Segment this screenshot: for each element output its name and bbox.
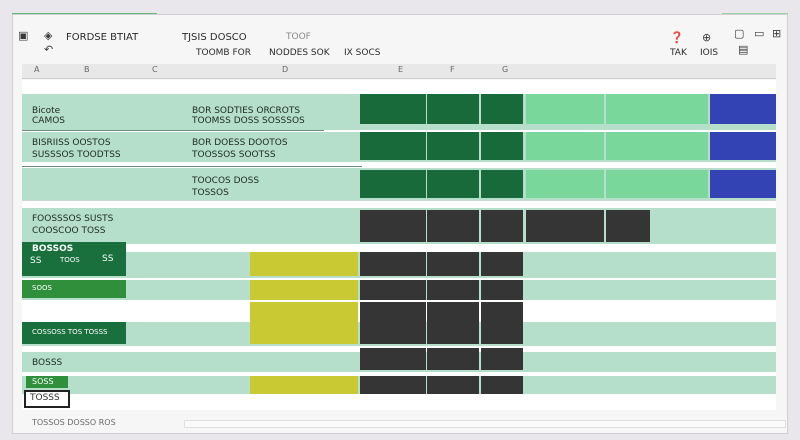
cell-r5-num2: SS <box>102 254 114 264</box>
save-icon[interactable]: ◈ <box>44 30 52 41</box>
cell-r7-e[interactable] <box>360 302 426 344</box>
cell-r1-left[interactable]: Bicote <box>32 106 60 116</box>
cell-r9-label: SOSS <box>32 377 54 386</box>
status-bar: TOSSOS DOSSO ROS <box>14 412 786 434</box>
menu-item-1[interactable]: TJSIS DOSCO <box>182 32 247 43</box>
row-divider-1 <box>22 130 324 131</box>
menu-item-3[interactable]: NODDES SOK <box>269 48 330 58</box>
cell-r2-left2[interactable]: SUSSSOS TOODTSS <box>32 150 121 160</box>
cell-r8-f[interactable] <box>427 348 479 370</box>
cell-r2-j[interactable] <box>710 132 776 160</box>
col-header-c[interactable]: C <box>152 65 158 74</box>
cell-r7-f[interactable] <box>427 302 479 344</box>
close-icon[interactable]: ⊞ <box>772 28 781 39</box>
cell-r4-left[interactable]: FOOSSSOS SUSTS <box>32 214 113 224</box>
col-header-d[interactable]: D <box>282 65 288 74</box>
cell-r4-i[interactable] <box>606 210 650 242</box>
minimize-icon[interactable]: ▭ <box>754 28 764 39</box>
cell-r5-e[interactable] <box>360 252 426 276</box>
cell-r9-d[interactable] <box>250 376 358 394</box>
cell-r9-e[interactable] <box>360 376 426 394</box>
cell-r1-mid[interactable]: BOR SODTIES ORCROTS <box>192 106 300 116</box>
cell-r6-label: SOOS <box>32 284 52 292</box>
cell-r3-j[interactable] <box>710 170 776 198</box>
cell-r3-f[interactable] <box>427 170 479 198</box>
cell-r9-g[interactable] <box>481 376 523 394</box>
cell-r3-g[interactable] <box>481 170 523 198</box>
cell-r9-f[interactable] <box>427 376 479 394</box>
cell-r4-e[interactable] <box>360 210 426 242</box>
cell-r3-mid2[interactable]: TOSSOS <box>192 188 229 198</box>
row-divider-3 <box>22 200 776 201</box>
col-header-a[interactable]: A <box>34 65 39 74</box>
cell-r2-g[interactable] <box>481 132 523 160</box>
selected-cell[interactable]: TOSSS <box>24 390 70 408</box>
cell-r1-g[interactable] <box>481 94 523 124</box>
cell-r2-i[interactable] <box>606 132 708 160</box>
sheet-grid[interactable]: Bicote CAMOS BOR SODTIES ORCROTS TOOMSS … <box>22 80 776 410</box>
cell-r2-h[interactable] <box>526 132 604 160</box>
cell-r5-d[interactable] <box>250 252 358 276</box>
col-header-e[interactable]: E <box>398 65 403 74</box>
col-header-b[interactable]: B <box>84 65 90 74</box>
cell-r5-sub: TOOS <box>60 256 80 264</box>
col-header-g[interactable]: G <box>502 65 508 74</box>
undo-icon[interactable]: ↶ <box>44 44 53 55</box>
status-label: TOSSOS DOSSO ROS <box>32 418 116 427</box>
horizontal-scrollbar[interactable] <box>184 420 786 428</box>
row-gap-4 <box>132 244 776 247</box>
menu-item-4[interactable]: IX SOCS <box>344 48 380 58</box>
cell-r2-mid[interactable]: BOR DOESS DOOTOS <box>192 138 288 148</box>
row-divider-2 <box>22 166 362 167</box>
cell-r2-e[interactable] <box>360 132 426 160</box>
cell-r6-g[interactable] <box>481 280 523 300</box>
cell-r8-label[interactable]: BOSSS <box>32 358 62 368</box>
cell-r8-e[interactable] <box>360 348 426 370</box>
column-header-strip: A B C D E F G <box>22 64 776 79</box>
restore-icon[interactable]: ▢ <box>734 28 744 39</box>
cell-r3-mid[interactable]: TOOCOS DOSS <box>192 176 259 186</box>
cell-r4-h[interactable] <box>526 210 604 242</box>
cell-r2-f[interactable] <box>427 132 479 160</box>
cell-r3-i[interactable] <box>606 170 708 198</box>
cell-r1-h[interactable] <box>526 94 604 124</box>
cell-r6-f[interactable] <box>427 280 479 300</box>
menu-item-5[interactable]: TOOF <box>286 32 311 42</box>
cell-r7-d[interactable] <box>250 302 358 344</box>
help-icon[interactable]: ❓ <box>670 32 684 43</box>
cell-r4-g[interactable] <box>481 210 523 242</box>
quick-access-icon[interactable]: ▣ <box>18 30 28 41</box>
col-header-f[interactable]: F <box>450 65 455 74</box>
cell-r5-head: BOSSOS <box>32 244 74 254</box>
cell-r2-left[interactable]: BISRIISS OOSTOS <box>32 138 111 148</box>
right-label-2[interactable]: IOIS <box>700 48 718 58</box>
cell-r1-mid2[interactable]: TOOMSS DOSS SOSSSOS <box>192 116 305 126</box>
menu-item-2[interactable]: TOOMB FOR <box>196 48 251 58</box>
cell-r3-h[interactable] <box>526 170 604 198</box>
row-gap-2 <box>344 162 776 165</box>
cell-r6-e[interactable] <box>360 280 426 300</box>
right-label-1[interactable]: TAK <box>670 48 687 58</box>
share-icon[interactable]: ⊕ <box>702 32 711 43</box>
cell-r1-e[interactable] <box>360 94 426 124</box>
cell-r1-f[interactable] <box>427 94 479 124</box>
cell-r5-f[interactable] <box>427 252 479 276</box>
toolbar: ▣ ◈ ↶ FORDSE BTIAT TJSIS DOSCO TOOMB FOR… <box>14 22 786 62</box>
cell-r4-f[interactable] <box>427 210 479 242</box>
cell-r1-j[interactable] <box>710 94 776 124</box>
cell-r8-g[interactable] <box>481 348 523 370</box>
cell-r2-mid2[interactable]: TOOSSOS SOOTSS <box>192 150 276 160</box>
cell-r1-left2[interactable]: CAMOS <box>32 116 65 126</box>
cell-r6-d[interactable] <box>250 280 358 300</box>
ribbon-icon[interactable]: ▤ <box>738 44 748 55</box>
cell-r7-label: COSSOSS TOS TOSSS <box>32 328 108 336</box>
app-title: FORDSE BTIAT <box>66 32 139 43</box>
cell-r7-g[interactable] <box>481 302 523 344</box>
cell-r3-e[interactable] <box>360 170 426 198</box>
cell-r5-g[interactable] <box>481 252 523 276</box>
cell-r4-left2[interactable]: COOSCOO TOSS <box>32 226 106 236</box>
cell-r1-i[interactable] <box>606 94 708 124</box>
cell-r5-num: SS <box>30 256 42 266</box>
